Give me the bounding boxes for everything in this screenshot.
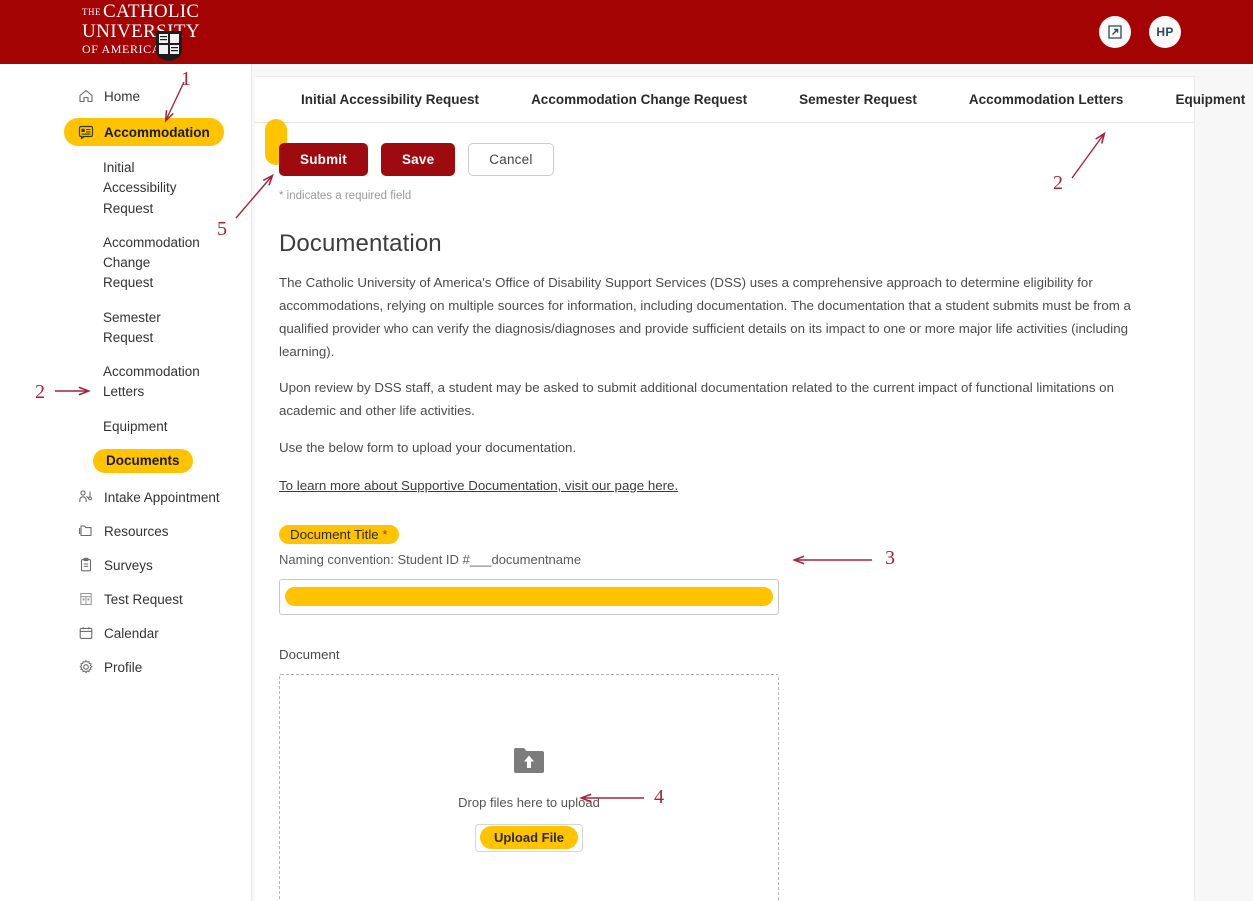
tab-accommodation-letters[interactable]: Accommodation Letters <box>943 77 1150 123</box>
save-button[interactable]: Save <box>380 143 456 176</box>
document-label: Document <box>279 647 340 663</box>
document-title-input-wrap <box>279 579 779 616</box>
upload-file-button[interactable]: Upload File <box>474 824 584 853</box>
sidebar-item-label: Profile <box>104 659 143 675</box>
logo-line1-small: THE <box>82 7 101 17</box>
document-title-help: Naming convention: Student ID #___docume… <box>279 552 582 568</box>
paragraph-2: Upon review by DSS staff, a student may … <box>279 380 1114 419</box>
clipboard-icon <box>78 557 94 573</box>
document-title-label-wrap: Document Title * <box>279 525 1194 545</box>
tab-semester-request[interactable]: Semester Request <box>773 77 943 123</box>
sidebar-item-profile[interactable]: Profile <box>64 653 152 681</box>
header-actions: HP <box>1099 16 1181 48</box>
home-icon <box>78 88 94 104</box>
sidebar-item-label: Calendar <box>104 625 159 641</box>
building-icon <box>78 591 94 607</box>
content-card: Initial Accessibility Request Accommodat… <box>255 76 1245 901</box>
sidebar-item-resources[interactable]: Resources <box>64 517 179 545</box>
accommodation-icon <box>78 124 94 140</box>
tab-initial-accessibility-request[interactable]: Initial Accessibility Request <box>275 77 505 123</box>
sidebar-item-surveys[interactable]: Surveys <box>64 551 163 579</box>
sidebar-item-calendar[interactable]: Calendar <box>64 619 169 647</box>
sidebar-item-label: Surveys <box>104 557 153 573</box>
sidebar-item-label: Resources <box>104 523 169 539</box>
sidebar-sub-item-accommodation-change-request[interactable]: Accommodation Change Request <box>93 229 213 298</box>
sidebar-item-intake-appointment[interactable]: Intake Appointment <box>64 483 230 511</box>
tab-accommodation-change-request[interactable]: Accommodation Change Request <box>505 77 773 123</box>
document-title-label: Document Title * <box>279 525 399 545</box>
sidebar-item-test-request[interactable]: Test Request <box>64 585 193 613</box>
form-toolbar: Submit Save Cancel <box>255 119 1194 176</box>
avatar[interactable]: HP <box>1149 16 1181 48</box>
university-crest-icon <box>156 31 182 61</box>
sidebar: Home Accommodation Initial Accessibility… <box>0 64 252 901</box>
sidebar-item-label: Intake Appointment <box>104 489 220 505</box>
required-field-note: * indicates a required field <box>279 190 412 202</box>
intake-appointment-icon <box>78 489 94 505</box>
sidebar-item-accommodation[interactable]: Accommodation <box>64 118 224 146</box>
supportive-documentation-link[interactable]: To learn more about Supportive Documenta… <box>279 478 678 493</box>
folder-upload-icon <box>512 746 546 781</box>
sidebar-item-label: Home <box>104 88 141 104</box>
logo-line1-big: CATHOLIC <box>103 1 200 22</box>
top-banner: THE CATHOLIC UNIVERSITY OF AMERICA HP <box>0 0 1253 64</box>
sidebar-sub-item-documents[interactable]: Documents <box>93 448 193 473</box>
page-title: Documentation <box>279 230 442 257</box>
upload-file-button-label: Upload File <box>479 826 579 850</box>
sidebar-item-label: Accommodation <box>104 124 210 140</box>
folder-icon <box>78 523 94 539</box>
tab-equipment[interactable]: Equipment <box>1149 77 1253 123</box>
paragraph-3: Use the below form to upload your docume… <box>279 440 577 456</box>
sidebar-sub-item-accommodation-letters[interactable]: Accommodation Letters <box>93 358 213 407</box>
sidebar-sub-item-semester-request[interactable]: Semester Request <box>93 304 213 353</box>
calendar-icon <box>78 625 94 641</box>
sidebar-item-home[interactable]: Home <box>64 82 150 110</box>
gear-icon <box>78 659 94 675</box>
tab-bar: Initial Accessibility Request Accommodat… <box>255 77 1245 123</box>
dropzone-text: Drop files here to upload <box>458 795 600 811</box>
sidebar-sub-item-equipment[interactable]: Equipment <box>93 413 213 441</box>
paragraph-1: The Catholic University of America's Off… <box>279 275 1131 359</box>
file-dropzone[interactable]: Drop files here to upload Upload File <box>279 674 779 901</box>
submit-button[interactable]: Submit <box>279 143 368 176</box>
document-title-input[interactable] <box>279 579 779 616</box>
sidebar-sub-item-initial-accessibility-request[interactable]: Initial Accessibility Request <box>93 154 213 223</box>
cancel-button[interactable]: Cancel <box>468 143 554 176</box>
required-star: * <box>382 527 388 543</box>
sidebar-item-label: Test Request <box>104 591 183 607</box>
content-area: Initial Accessibility Request Accommodat… <box>252 64 1253 901</box>
page-root: THE CATHOLIC UNIVERSITY OF AMERICA HP Ho… <box>0 0 1253 901</box>
open-external-icon[interactable] <box>1099 16 1131 48</box>
